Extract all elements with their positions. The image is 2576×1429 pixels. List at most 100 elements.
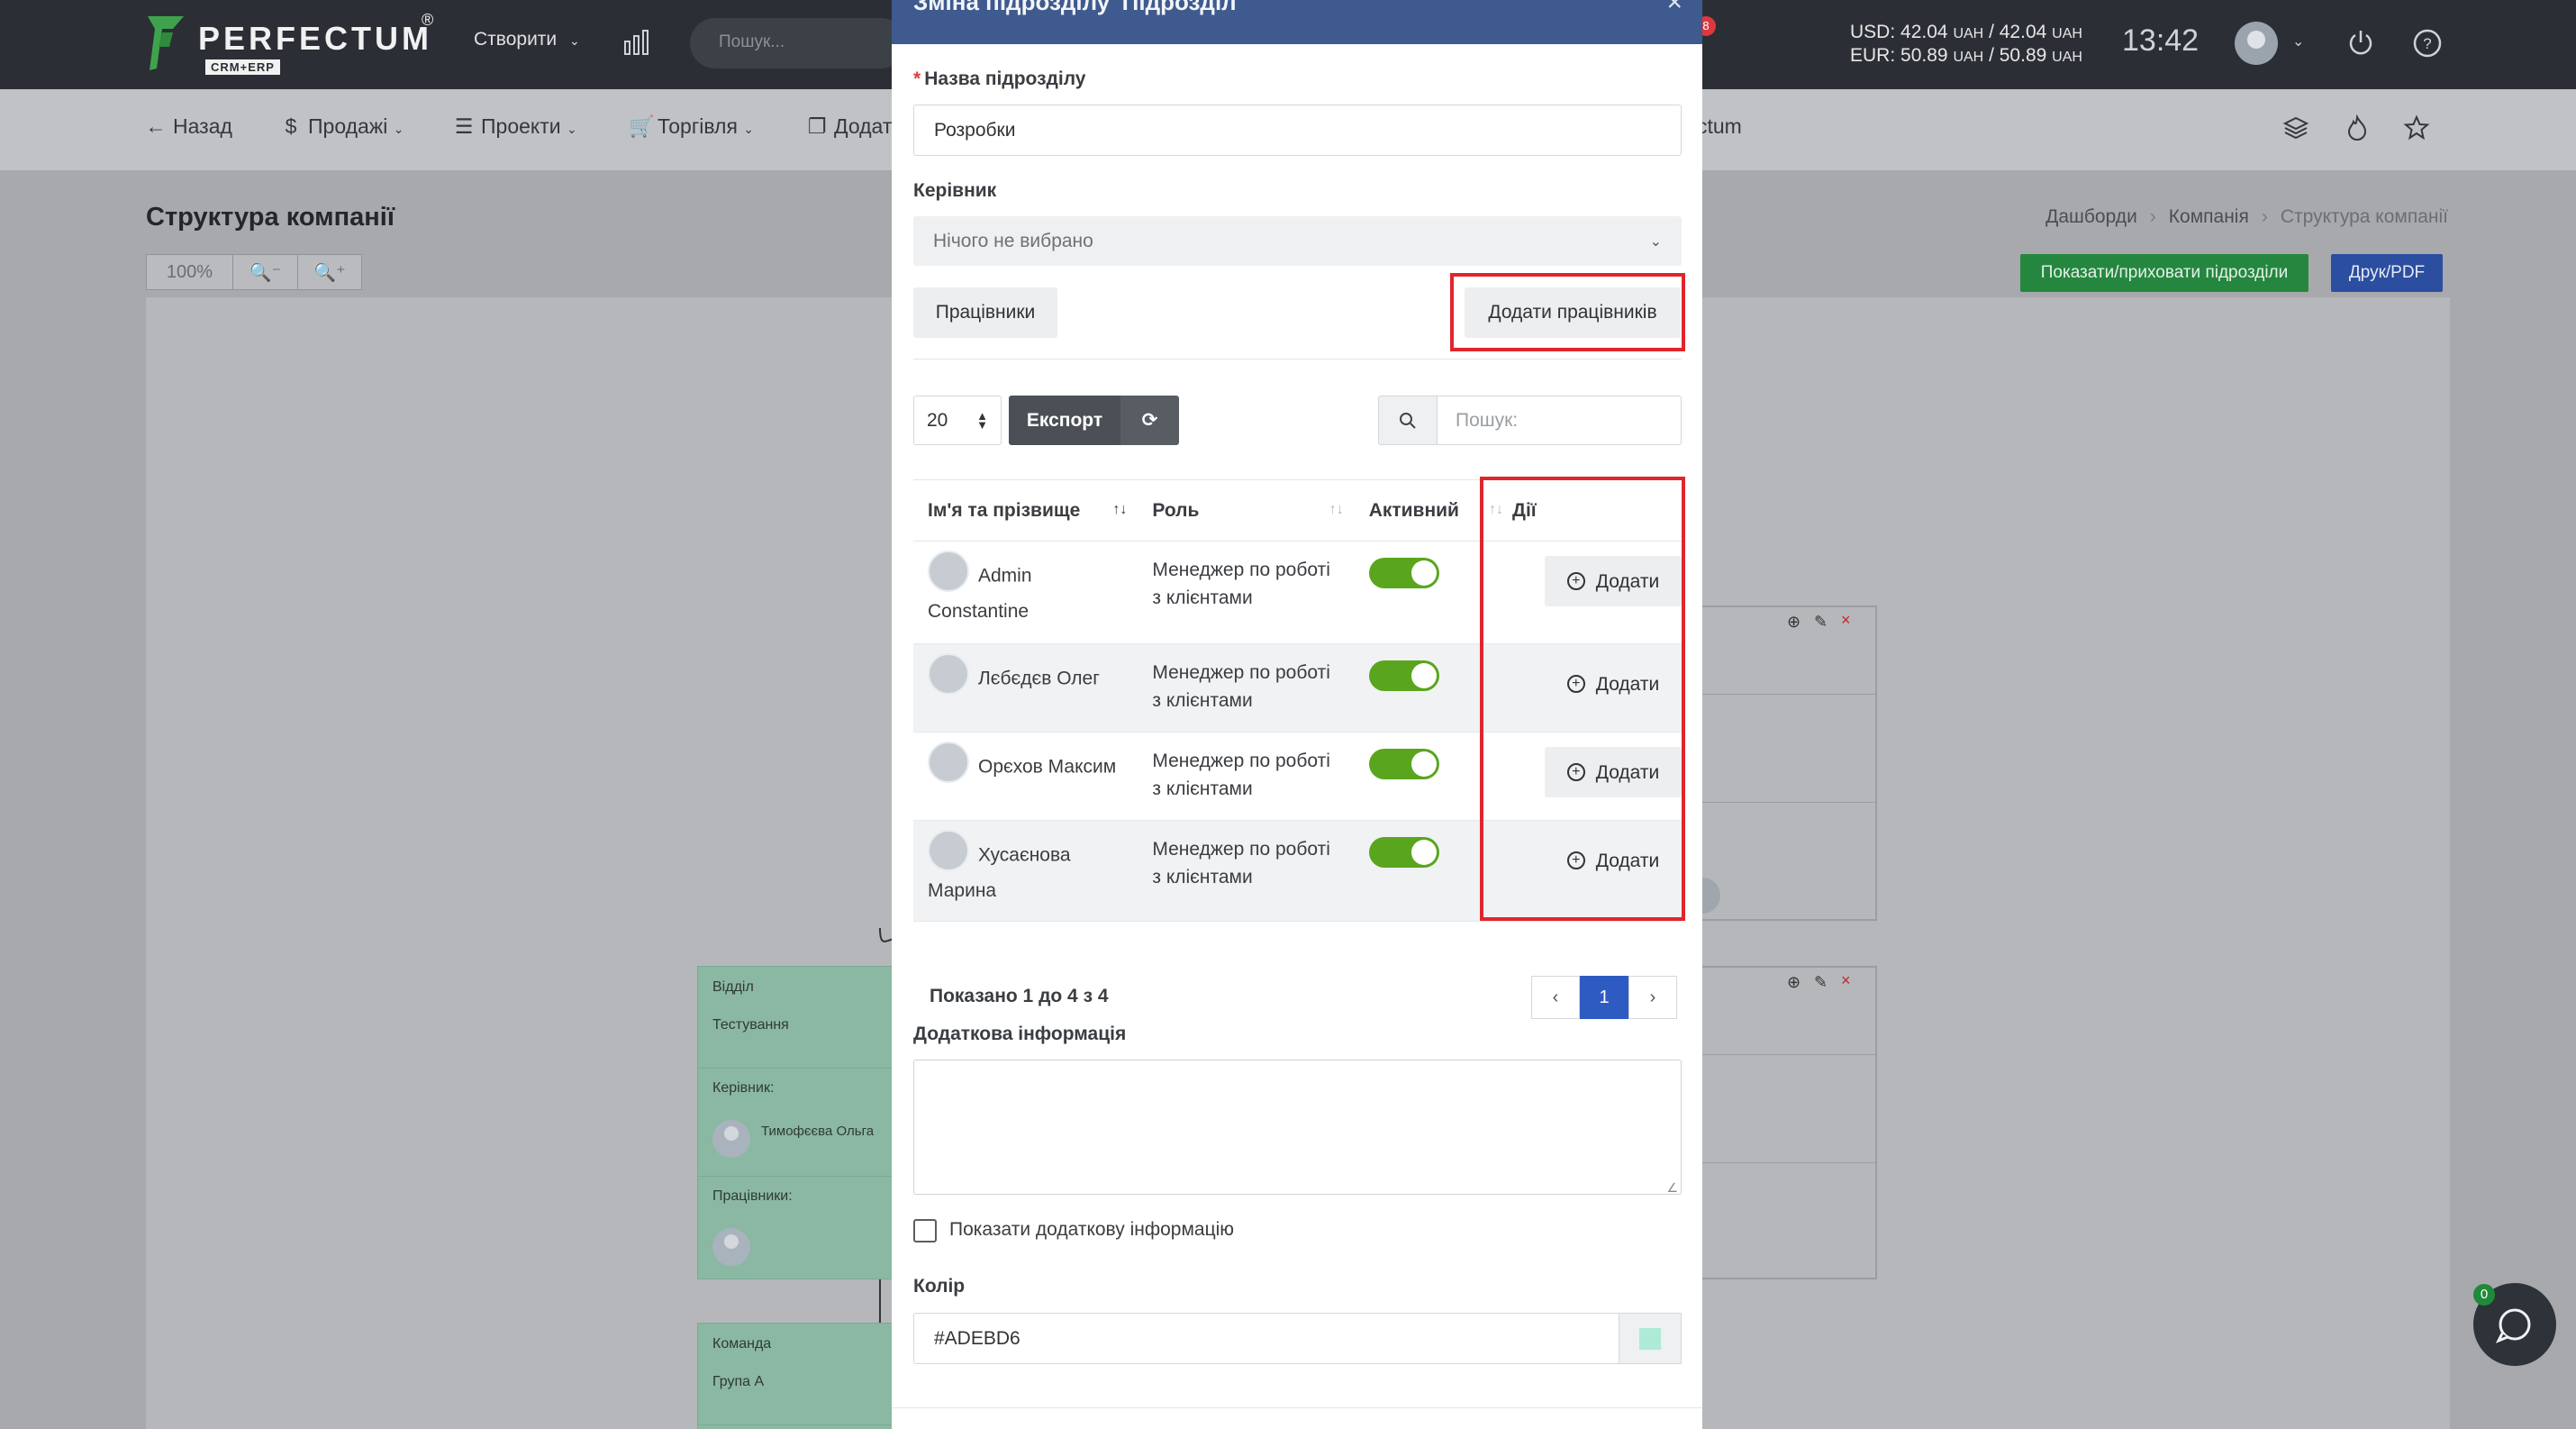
divider <box>913 359 1682 360</box>
employee-avatar <box>712 1228 750 1266</box>
highlight-actions-column <box>1480 477 1685 921</box>
breadcrumb: Дашборди › Компанія › Структура компанії <box>2045 206 2448 227</box>
manager-avatar <box>712 1120 750 1158</box>
close-icon[interactable]: × <box>1666 0 1683 18</box>
active-toggle[interactable] <box>1368 558 1439 588</box>
show-extra-info-label[interactable]: Показати додаткову інформацію <box>949 1219 1234 1241</box>
stats-icon[interactable] <box>623 29 650 56</box>
star-icon[interactable] <box>2403 114 2430 141</box>
breadcrumb-current: Структура компанії <box>2280 206 2448 227</box>
breadcrumb-item[interactable]: Дашборди <box>2045 206 2137 227</box>
active-cell <box>1354 820 1498 922</box>
page-size-select[interactable]: 20 ▲ ▼ <box>913 396 1002 445</box>
col-role[interactable]: Роль ↑↓ <box>1138 479 1355 542</box>
print-pdf-button[interactable]: Друк/PDF <box>2331 254 2443 292</box>
layers-icon[interactable] <box>2282 114 2309 141</box>
show-hide-departments-button[interactable]: Показати/приховати підрозділи <box>2020 254 2308 292</box>
edit-icon[interactable]: ✎ <box>1814 973 1828 992</box>
nav-projects[interactable]: ☰ Проекти ⌄ <box>452 114 577 139</box>
nav-sales[interactable]: $ Продажі ⌄ <box>279 114 404 139</box>
edit-icon[interactable]: ✎ <box>1814 613 1828 632</box>
nav-trade[interactable]: 🛒 Торгівля ⌄ <box>629 114 754 139</box>
team-label: Команда <box>712 1336 772 1352</box>
sort-asc-icon: ↑↓ <box>1112 502 1128 517</box>
active-toggle[interactable] <box>1368 660 1439 691</box>
refresh-icon[interactable]: ⟳ <box>1120 396 1179 445</box>
employee-name: Орєхов Максим <box>913 732 1138 821</box>
manager-select-value: Нічого не вибрано <box>933 230 1093 251</box>
chevron-down-icon[interactable]: ⌄ <box>2292 32 2304 50</box>
layers-icon: ☰ <box>454 114 474 138</box>
employee-role: Менеджер по роботі з клієнтами <box>1138 732 1355 821</box>
dept-label: Відділ <box>712 979 754 995</box>
active-toggle[interactable] <box>1368 749 1439 779</box>
chevron-down-icon: ⌄ <box>743 122 755 136</box>
color-label: Колір <box>913 1276 966 1297</box>
nav-back[interactable]: ← Назад <box>144 114 232 139</box>
power-icon[interactable] <box>2346 28 2375 57</box>
employee-avatar <box>928 551 969 592</box>
help-icon[interactable]: ? <box>2412 28 2443 59</box>
dept-node-right-2[interactable]: ⊕ ✎ × <box>1693 966 1877 1279</box>
export-button[interactable]: Експорт <box>1009 396 1120 445</box>
add-circle-icon[interactable]: ⊕ <box>1787 973 1800 992</box>
zoom-level: 100% <box>147 255 233 289</box>
sort-arrows-icon: ▲ ▼ <box>976 408 988 432</box>
perfectum-logo[interactable]: PERFECTUM ® CRM+ERP <box>146 11 434 77</box>
sort-icon: ↑↓ <box>1329 502 1344 517</box>
logo-registered: ® <box>422 11 434 29</box>
manager-label: Керівник <box>913 180 997 201</box>
pagination-page[interactable]: 1 <box>1580 976 1628 1019</box>
color-picker[interactable] <box>1619 1313 1682 1364</box>
breadcrumb-item[interactable]: Компанія <box>2169 206 2249 227</box>
clock: 13:42 <box>2122 23 2200 58</box>
nav-perfectum[interactable]: ctum <box>1697 114 1742 139</box>
add-circle-icon[interactable]: ⊕ <box>1787 613 1800 632</box>
chevron-down-icon: ⌄ <box>1649 233 1662 250</box>
dept-node-testing[interactable]: Відділ Тестування Керівник: Тимофєєва Ол… <box>697 966 895 1279</box>
eur-rate: EUR: 50.89 UAH / 50.89 UAH <box>1850 45 2082 66</box>
show-extra-info-checkbox[interactable] <box>913 1219 937 1242</box>
delete-icon[interactable]: × <box>1841 971 1851 990</box>
manager-select[interactable]: Нічого не вибрано ⌄ <box>913 216 1682 266</box>
department-name-input[interactable]: Розробки <box>913 105 1682 156</box>
logo-word: PERFECTUM <box>198 20 432 57</box>
edit-department-modal: Зміна підрозділу 'Підрозділ' × * Назва пі… <box>892 0 1702 1429</box>
chevron-down-icon: ⌄ <box>393 122 404 136</box>
active-toggle[interactable] <box>1368 837 1439 868</box>
col-name[interactable]: Ім'я та прізвище ↑↓ <box>913 479 1138 542</box>
table-search-input[interactable]: Пошук: <box>1437 396 1682 445</box>
team-node-group-a[interactable]: Команда Група А <box>697 1323 895 1429</box>
zoom-out-icon[interactable]: 🔍⁻ <box>233 255 298 289</box>
chevron-down-icon: ⌄ <box>567 122 577 136</box>
chevron-down-icon: ⌄ <box>569 33 580 48</box>
employee-name: Admin Constantine <box>913 541 1138 644</box>
modal-header: Зміна підрозділу 'Підрозділ' × <box>892 0 1702 44</box>
employee-role: Менеджер по роботі з клієнтами <box>1138 541 1355 644</box>
dept-node-right-1[interactable]: ⊕ ✎ × <box>1684 605 1877 921</box>
zoom-in-icon[interactable]: 🔍⁺ <box>298 255 361 289</box>
resize-handle-icon[interactable]: ∠ <box>1666 1180 1678 1196</box>
add-employees-button[interactable]: Додати працівників <box>1465 287 1681 338</box>
department-name-label: * Назва підрозділу <box>913 68 1086 89</box>
color-input[interactable]: #ADEBD6 <box>913 1313 1619 1364</box>
pagination-next[interactable]: › <box>1628 976 1677 1019</box>
nav-add[interactable]: ❐ Додат <box>805 114 893 139</box>
manager-name: Тимофєєва Ольга <box>761 1124 875 1139</box>
svg-text:?: ? <box>2423 35 2431 52</box>
employees-button[interactable]: Працівники <box>913 287 1057 338</box>
fire-icon[interactable] <box>2344 114 2371 141</box>
employee-avatar <box>928 653 969 695</box>
page-size-value: 20 <box>927 409 948 431</box>
user-avatar[interactable] <box>2235 22 2278 65</box>
extra-info-textarea[interactable]: ∠ <box>913 1060 1682 1195</box>
pagination-prev[interactable]: ‹ <box>1531 976 1580 1019</box>
create-menu[interactable]: Створити ⌄ <box>474 29 580 50</box>
zoom-controls: 100% 🔍⁻ 🔍⁺ <box>146 254 362 290</box>
active-cell <box>1354 643 1498 733</box>
global-search-input[interactable]: Пошук... <box>690 18 906 68</box>
create-label: Створити <box>474 29 558 50</box>
delete-icon[interactable]: × <box>1841 611 1851 630</box>
col-active[interactable]: Активний ↑↓ <box>1354 479 1503 542</box>
arrow-left-icon: ← <box>145 114 167 138</box>
